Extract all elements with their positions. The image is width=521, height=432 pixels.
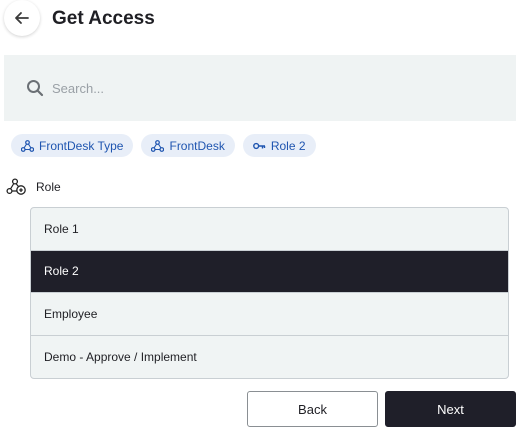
- back-button[interactable]: Back: [247, 391, 378, 427]
- network-role-icon: [6, 178, 26, 195]
- header: Get Access: [0, 0, 521, 40]
- chip-frontdesk-type[interactable]: FrontDesk Type: [11, 134, 134, 157]
- chip-role-2[interactable]: Role 2: [242, 134, 316, 157]
- role-section-label: Role: [36, 180, 61, 194]
- role-section-header: Role: [6, 178, 61, 196]
- role-list: Role 1 Role 2 Employee Demo - Approve / …: [30, 207, 509, 379]
- network-icon: [21, 139, 34, 152]
- selection-breadcrumb: FrontDesk Type FrontDesk Role 2: [11, 134, 316, 157]
- chip-label: FrontDesk Type: [39, 138, 124, 153]
- arrow-left-icon: [15, 12, 29, 24]
- search-input[interactable]: [52, 75, 492, 101]
- list-item[interactable]: Demo - Approve / Implement: [31, 336, 508, 379]
- chip-label: Role 2: [270, 138, 306, 153]
- list-item[interactable]: Role 1: [31, 208, 508, 251]
- list-item[interactable]: Employee: [31, 293, 508, 336]
- key-icon: [252, 142, 266, 149]
- search-bar: [4, 55, 516, 121]
- search-icon: [27, 80, 44, 97]
- network-icon: [151, 139, 165, 152]
- chip-frontdesk[interactable]: FrontDesk: [141, 134, 235, 157]
- next-button[interactable]: Next: [385, 391, 516, 427]
- list-item-selected[interactable]: Role 2: [31, 250, 508, 293]
- chip-label: FrontDesk: [169, 138, 225, 153]
- page-title: Get Access: [52, 8, 155, 29]
- back-arrow-button[interactable]: [4, 0, 40, 36]
